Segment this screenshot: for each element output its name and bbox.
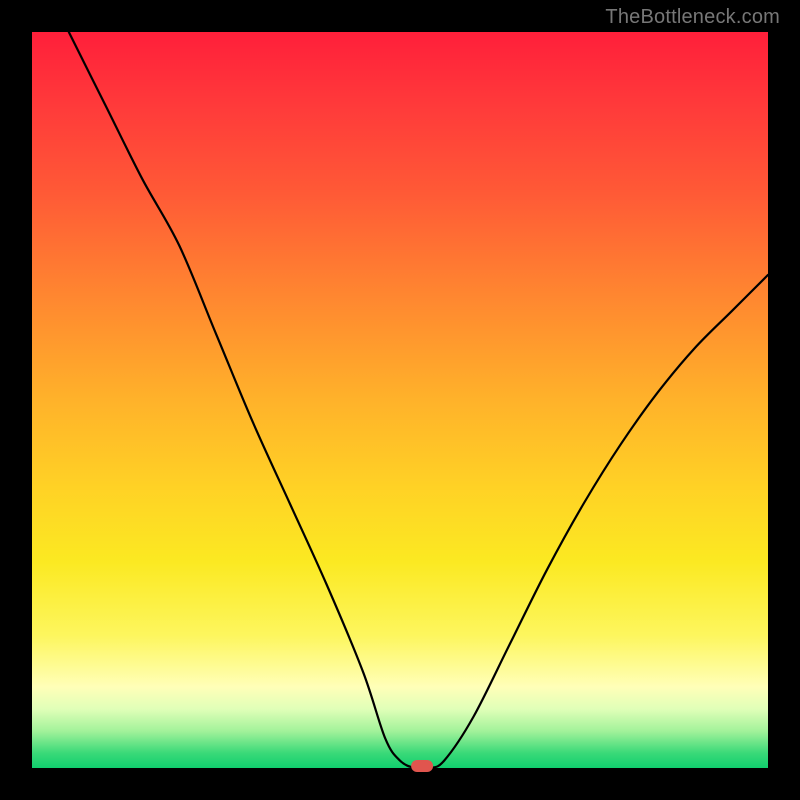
plot-area xyxy=(32,32,768,768)
watermark-text: TheBottleneck.com xyxy=(605,6,780,29)
chart-frame: TheBottleneck.com xyxy=(0,0,800,800)
bottleneck-curve xyxy=(69,32,768,769)
optimal-marker xyxy=(411,760,433,772)
curve-svg xyxy=(32,32,768,768)
